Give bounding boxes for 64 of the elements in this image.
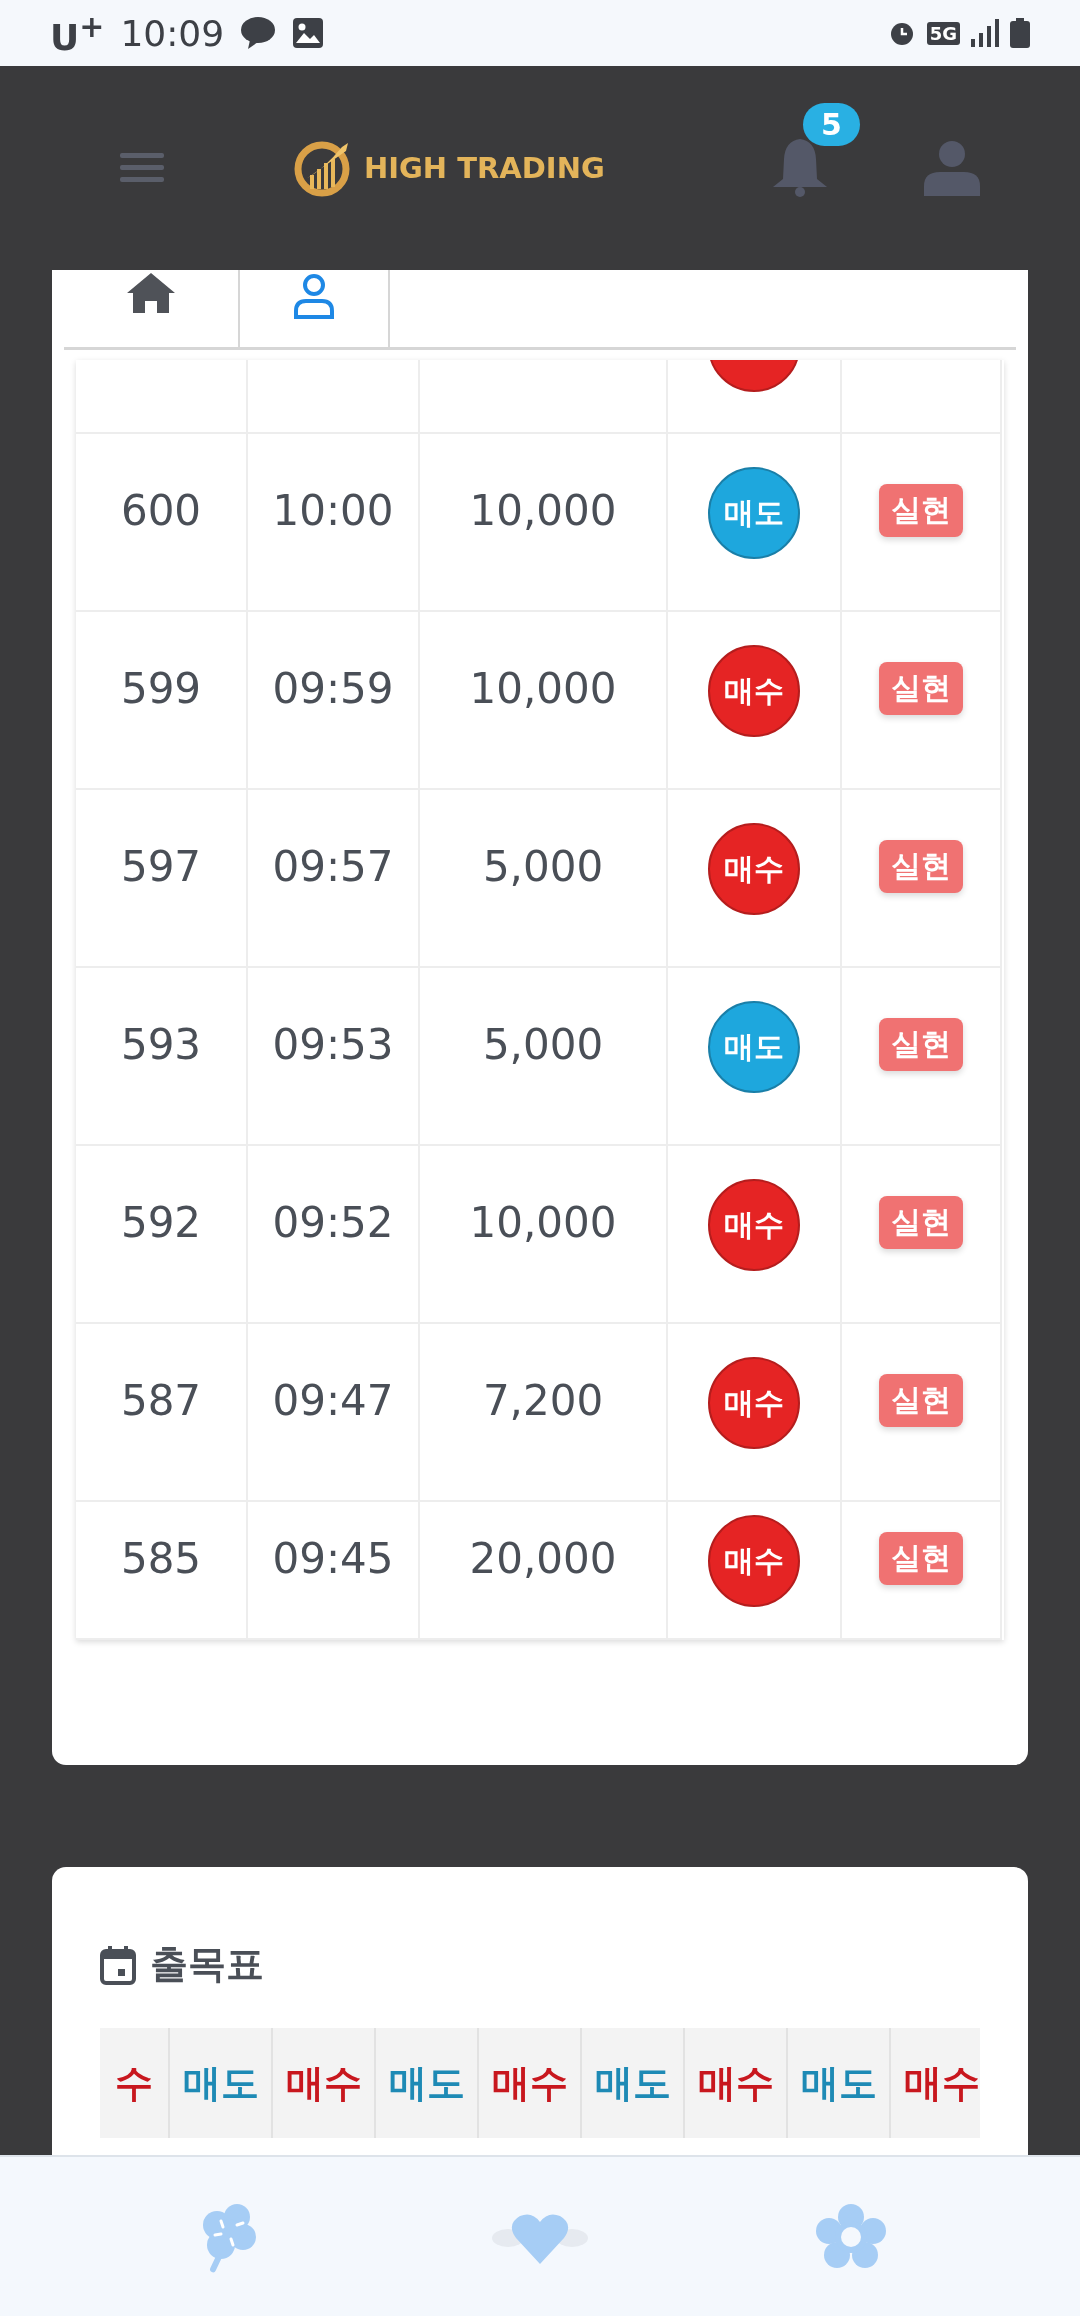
trade-number: 587	[120, 1375, 202, 1425]
attendance-mark: 매수	[285, 2059, 362, 2107]
attendance-mark: 매수	[903, 2059, 980, 2107]
signal-icon	[970, 19, 1000, 47]
trade-number: 592	[120, 1197, 202, 1247]
attendance-mark: 매도	[594, 2059, 671, 2107]
attendance-mark: 매도	[800, 2059, 877, 2107]
flower-icon[interactable]	[815, 2202, 888, 2271]
attendance-mark: 매도	[182, 2059, 259, 2107]
trade-amount: 10,000	[469, 1197, 617, 1247]
home-icon	[125, 270, 177, 315]
trade-time: 09:57	[272, 841, 394, 891]
status-tag: 실현	[879, 1531, 963, 1585]
attendance-mark: 수	[115, 2059, 153, 2107]
trade-side-badge: 매도	[708, 467, 800, 559]
trade-number: 597	[120, 841, 202, 891]
status-tag: 실현	[879, 1373, 963, 1427]
trade-time: 09:59	[272, 663, 394, 713]
section-title: 출목표	[150, 1941, 264, 1988]
status-tag: 실현	[879, 1195, 963, 1249]
trade-amount: 7,200	[482, 1375, 604, 1425]
trade-number: 599	[120, 663, 202, 713]
trade-time: 10:00	[272, 485, 394, 535]
trade-side-badge: 매수	[708, 1357, 800, 1449]
trade-number: 600	[120, 485, 202, 535]
chat-bubble-icon	[240, 16, 277, 50]
logo-icon	[294, 139, 352, 197]
attendance-mark: 매수	[697, 2059, 774, 2107]
trade-side-badge: 매도	[708, 1001, 800, 1093]
trade-time: 09:47	[272, 1375, 394, 1425]
status-tag: 실현	[879, 839, 963, 893]
trade-side-badge: 매수	[708, 645, 800, 737]
trade-amount: 10,000	[469, 485, 617, 535]
status-tag: 실현	[879, 661, 963, 715]
attendance-mark: 매수	[491, 2059, 568, 2107]
status-tag: 실현	[879, 1017, 963, 1071]
user-icon	[292, 273, 336, 319]
trade-number: 593	[120, 1019, 202, 1069]
trade-side-badge: 매수	[708, 1179, 800, 1271]
trade-time: 09:52	[272, 1197, 394, 1247]
image-icon	[292, 17, 325, 49]
tab[interactable]	[292, 273, 336, 319]
logo[interactable]: HIGH TRADING	[294, 139, 605, 197]
status-tag: 실현	[879, 483, 963, 537]
trade-amount: 5,000	[482, 841, 604, 891]
network-label: 5G	[926, 21, 960, 45]
attendance-mark: 매도	[388, 2059, 465, 2107]
trade-amount: 20,000	[469, 1533, 617, 1583]
tab[interactable]	[125, 270, 177, 315]
trade-time: 09:45	[272, 1533, 394, 1583]
menu-icon[interactable]	[120, 153, 164, 183]
user-icon[interactable]	[924, 140, 980, 196]
clock-time: 10:09	[120, 12, 225, 54]
calendar-icon	[100, 1944, 136, 1985]
trade-number: 585	[120, 1533, 202, 1583]
trade-amount: 5,000	[482, 1019, 604, 1069]
logo-text: HIGH TRADING	[364, 151, 605, 185]
notification-badge: 5	[803, 103, 860, 146]
trade-amount: 10,000	[469, 663, 617, 713]
trade-side-badge: 매수	[708, 1515, 800, 1607]
trade-time: 09:53	[272, 1019, 394, 1069]
trade-side-badge: 매수	[708, 823, 800, 915]
carrier-label: U$^{+}$	[50, 8, 105, 58]
battery-icon	[1010, 18, 1030, 48]
